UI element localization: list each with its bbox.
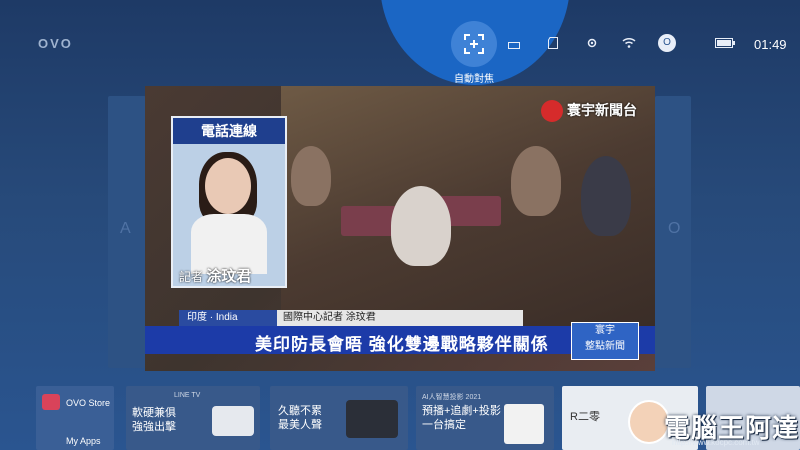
- location-tag: 印度 · India: [179, 310, 283, 326]
- promo-tile-2-title: 久聽不累 最美人聲: [278, 405, 322, 431]
- account-avatar[interactable]: O: [658, 34, 676, 52]
- program-badge: 寰宇 整點新聞: [571, 322, 639, 360]
- reporter-role: 記者: [179, 270, 204, 284]
- brand-logo: OVO: [38, 36, 73, 51]
- reporter-name: 記者 涂玟君: [179, 265, 251, 286]
- autofocus-label: 自動對焦: [454, 74, 494, 85]
- channel-name: 寰宇新聞台: [567, 102, 637, 118]
- hdmi-icon[interactable]: [508, 40, 520, 52]
- reporter-name-text: 涂玟君: [206, 268, 252, 285]
- channel-logo-icon: [541, 100, 563, 123]
- channel-logo: 寰宇新聞台: [541, 100, 637, 123]
- video-person: [391, 186, 451, 266]
- reporter-subline: 國際中心記者 涂玟君: [277, 310, 523, 326]
- video-person: [291, 146, 331, 206]
- ovo-store-label: OVO Store: [66, 398, 111, 408]
- ovo-store-icon: [42, 394, 60, 410]
- program-badge-line1: 寰宇: [595, 325, 615, 336]
- news-video-preview[interactable]: 電話連線 記者 涂玟君 寰宇新聞台 印度 · India 國際中心記者 涂玟君 …: [145, 86, 655, 371]
- autofocus-icon: [464, 34, 484, 54]
- app-tile-ovo-store[interactable]: OVO Store My Apps: [36, 386, 114, 450]
- video-person: [581, 156, 631, 236]
- promo-tile-3-small: AI人智慧投影 2021: [422, 394, 482, 401]
- account-avatar-letter: O: [663, 37, 671, 48]
- projector-image: [504, 404, 544, 444]
- carousel-letter-right: O: [668, 220, 681, 237]
- clock: 01:49: [754, 37, 787, 52]
- promo-tile-3[interactable]: AI人智慧投影 2021 預播+追劇+投影 一台搞定: [416, 386, 554, 450]
- promo-tile-3-title: 預播+追劇+投影 一台搞定: [422, 405, 501, 431]
- speaker-image: [346, 400, 398, 438]
- reporter-face: [205, 158, 251, 214]
- promo-tile-2[interactable]: 久聽不累 最美人聲: [270, 386, 408, 450]
- sd-card-icon[interactable]: [548, 37, 558, 52]
- autofocus-button[interactable]: [451, 21, 497, 67]
- promo-tile-1-title: 軟硬兼俱 強強出擊: [132, 407, 176, 433]
- promo-tile-1-small: LINE TV: [174, 392, 201, 399]
- reporter-header: 電話連線: [173, 118, 285, 144]
- my-apps-label: My Apps: [66, 436, 101, 446]
- reporter-inset: 電話連線 記者 涂玟君: [171, 116, 287, 288]
- wifi-icon[interactable]: [622, 37, 636, 51]
- program-badge-line2: 整點新聞: [585, 341, 625, 352]
- headline-text: 美印防長會晤 強化雙邊戰略夥伴關係: [255, 335, 549, 354]
- promo-tile-1[interactable]: LINE TV 軟硬兼俱 強強出擊: [126, 386, 260, 450]
- projector-image: [212, 406, 254, 436]
- settings-gear-icon[interactable]: [586, 37, 598, 52]
- battery-icon: [715, 38, 735, 51]
- carousel-letter-left: A: [120, 220, 131, 237]
- watermark-url: http://www.kocpc.com.tw: [672, 438, 760, 447]
- promo-tile-4-title: R二零: [570, 411, 600, 423]
- video-person: [511, 146, 561, 216]
